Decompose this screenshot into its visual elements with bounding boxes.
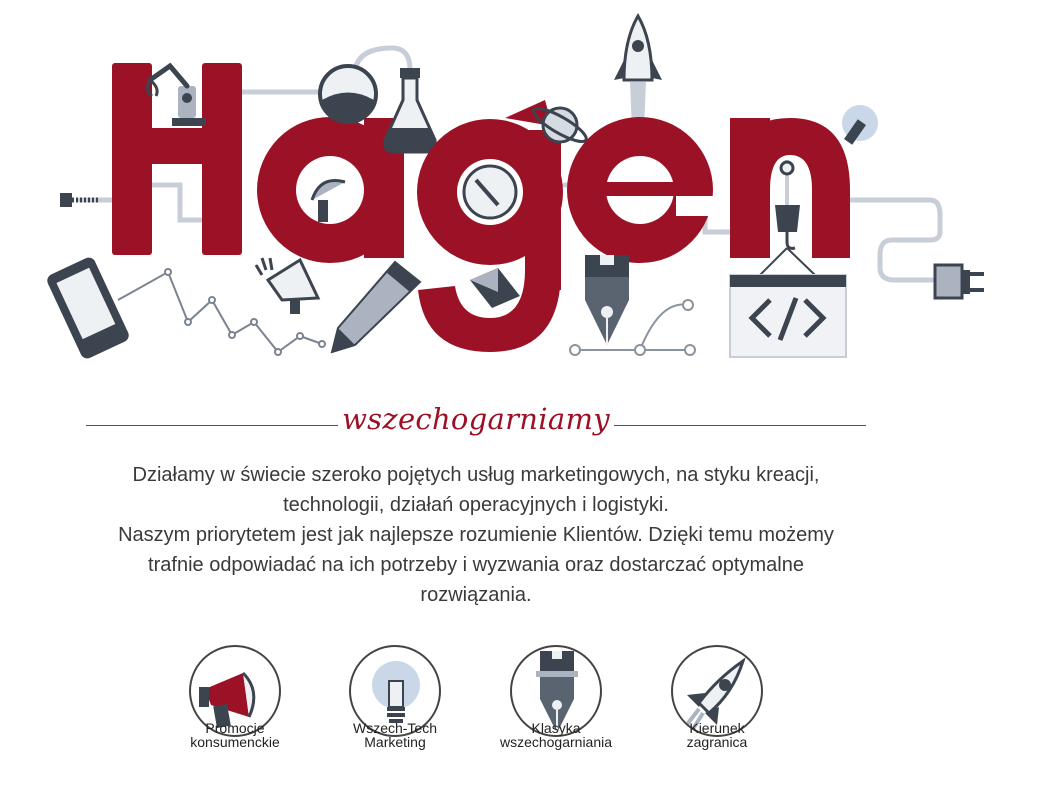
service-wszech-tech-marketing[interactable]: Wszech-Tech Marketing [310,645,480,749]
intro-paragraph-2: Naszym priorytetem jest jak najlepsze ro… [118,524,834,606]
intro-paragraph-1: Działamy w świecie szeroko pojętych usłu… [132,464,820,516]
bolt-icon [60,193,100,207]
power-plug-icon [933,263,984,300]
service-label-line2: wszechogarniania [499,734,613,750]
tagline-section: wszechogarniamy [86,398,866,448]
service-label: Promocje konsumenckie [150,721,320,749]
lightbulb-icon [842,105,878,145]
logo-letter-h [112,63,242,255]
rocket-icon [614,13,662,130]
megaphone-icon [254,257,321,314]
service-label-line1: Klasyka [531,720,581,736]
logo-letter-g [417,100,563,352]
smartphone-icon [47,257,129,359]
robot-arm-icon [145,62,206,126]
logo-letter-e [567,117,716,263]
logo-letter-n [730,118,850,258]
conical-flask-icon [383,68,437,154]
service-label: Wszech-Tech Marketing [310,721,480,749]
logo-letter-a [257,117,404,263]
pencil-icon [330,260,422,354]
service-klasyka-wszechogarniania[interactable]: Klasyka wszechogarniania [471,645,641,749]
service-promocje-konsumenckie[interactable]: Promocje konsumenckie [150,645,320,749]
intro-text: Działamy w świecie szeroko pojętych usłu… [90,460,862,610]
gauge-icon [462,164,518,220]
fountain-pen-icon [585,255,629,345]
round-flask-icon [318,64,378,124]
divider-line-right [614,425,866,426]
service-label-line1: Kierunek [689,720,745,736]
services-row: Promocje konsumenckie Wszech-Tech Market… [150,645,800,765]
service-label-line1: Promocje [205,720,265,736]
service-label-line1: Wszech-Tech [352,720,438,736]
service-label-line2: konsumenckie [190,734,280,750]
service-label-line2: zagranica [686,734,748,750]
tagline: wszechogarniamy [342,402,610,436]
bezier-curve-icon [569,299,696,356]
service-label: Klasyka wszechogarniania [471,721,641,749]
service-kierunek-zagranica[interactable]: Kierunek zagranica [632,645,802,749]
service-label-line2: Marketing [364,734,426,750]
service-label: Kierunek zagranica [632,721,802,749]
envelope-icon [470,268,520,308]
code-window-icon [729,274,847,358]
hagen-logo-illustration [47,13,984,359]
